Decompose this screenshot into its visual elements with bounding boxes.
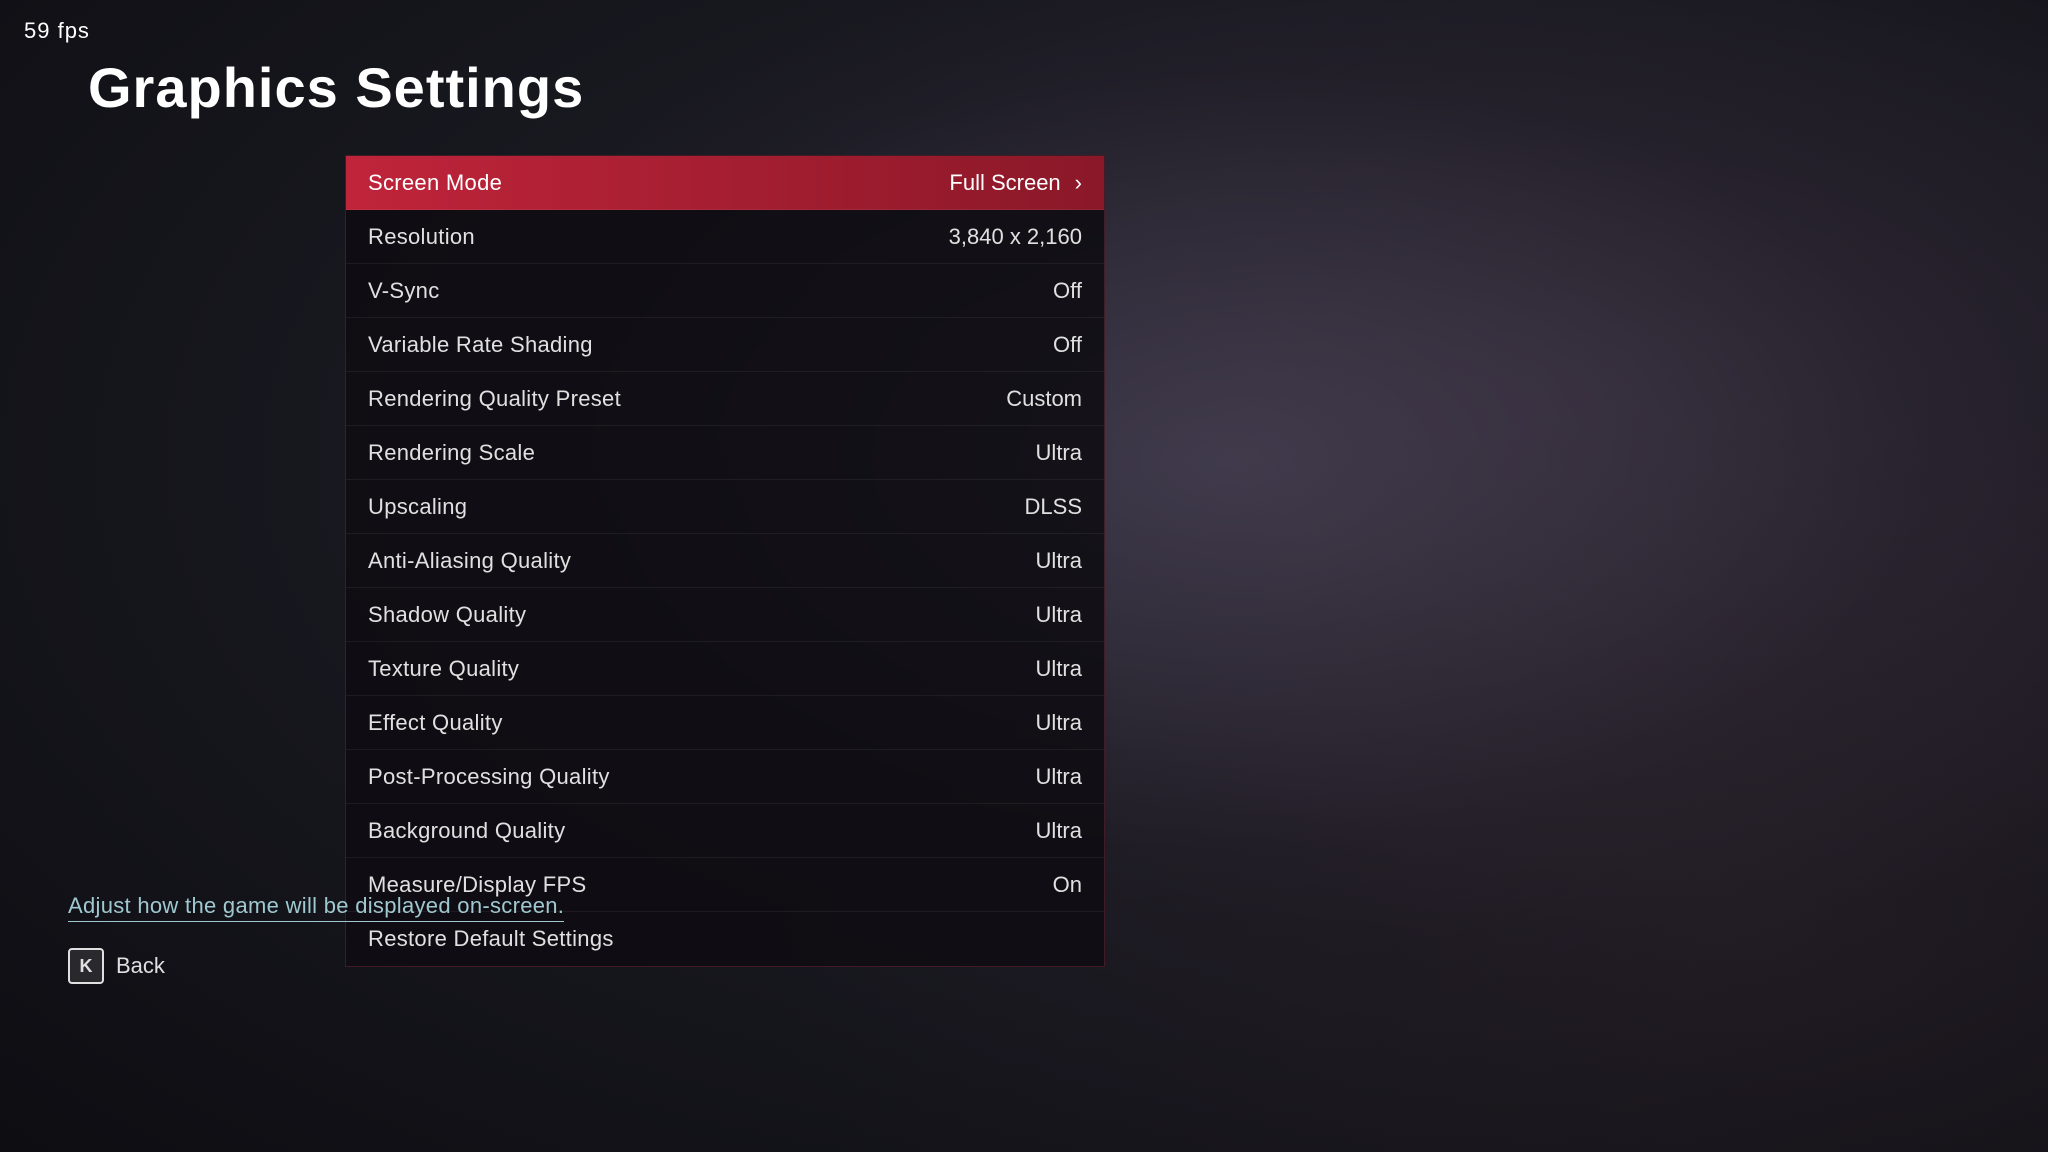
- setting-label-background-quality: Background Quality: [368, 818, 565, 844]
- back-label: Back: [116, 953, 165, 979]
- setting-row-post-processing-quality[interactable]: Post-Processing Quality Ultra: [346, 750, 1104, 804]
- setting-label-restore-default-settings: Restore Default Settings: [368, 926, 614, 952]
- setting-label-shadow-quality: Shadow Quality: [368, 602, 526, 628]
- page-title: Graphics Settings: [88, 55, 584, 120]
- setting-row-background-quality[interactable]: Background Quality Ultra: [346, 804, 1104, 858]
- setting-value-upscaling: DLSS: [1025, 494, 1082, 520]
- setting-row-resolution[interactable]: Resolution 3,840 x 2,160: [346, 210, 1104, 264]
- setting-value-effect-quality: Ultra: [1036, 710, 1082, 736]
- setting-value-v-sync: Off: [1053, 278, 1082, 304]
- setting-label-rendering-scale: Rendering Scale: [368, 440, 535, 466]
- setting-label-variable-rate-shading: Variable Rate Shading: [368, 332, 593, 358]
- setting-value-texture-quality: Ultra: [1036, 656, 1082, 682]
- back-key-icon: K: [68, 948, 104, 984]
- back-button[interactable]: K Back: [68, 948, 165, 984]
- setting-value-shadow-quality: Ultra: [1036, 602, 1082, 628]
- setting-row-v-sync[interactable]: V-Sync Off: [346, 264, 1104, 318]
- setting-label-effect-quality: Effect Quality: [368, 710, 503, 736]
- setting-label-upscaling: Upscaling: [368, 494, 467, 520]
- setting-value-background-quality: Ultra: [1036, 818, 1082, 844]
- chevron-right-icon: ›: [1075, 170, 1082, 196]
- setting-value-variable-rate-shading: Off: [1053, 332, 1082, 358]
- settings-panel: Screen Mode Full Screen › Resolution 3,840 x…: [345, 155, 1105, 967]
- setting-label-resolution: Resolution: [368, 224, 475, 250]
- setting-row-texture-quality[interactable]: Texture Quality Ultra: [346, 642, 1104, 696]
- setting-label-screen-mode: Screen Mode: [368, 170, 502, 196]
- setting-label-rendering-quality-preset: Rendering Quality Preset: [368, 386, 621, 412]
- setting-label-texture-quality: Texture Quality: [368, 656, 519, 682]
- hint-text: Adjust how the game will be displayed on…: [68, 893, 564, 922]
- fps-counter: 59 fps: [24, 18, 90, 44]
- setting-row-effect-quality[interactable]: Effect Quality Ultra: [346, 696, 1104, 750]
- setting-value-screen-mode: Full Screen: [949, 170, 1060, 196]
- setting-value-rendering-scale: Ultra: [1036, 440, 1082, 466]
- setting-row-shadow-quality[interactable]: Shadow Quality Ultra: [346, 588, 1104, 642]
- setting-label-v-sync: V-Sync: [368, 278, 440, 304]
- setting-row-rendering-scale[interactable]: Rendering Scale Ultra: [346, 426, 1104, 480]
- setting-value-resolution: 3,840 x 2,160: [949, 224, 1082, 250]
- setting-row-screen-mode[interactable]: Screen Mode Full Screen ›: [346, 156, 1104, 210]
- setting-label-anti-aliasing-quality: Anti-Aliasing Quality: [368, 548, 571, 574]
- setting-row-rendering-quality-preset[interactable]: Rendering Quality Preset Custom: [346, 372, 1104, 426]
- setting-value-rendering-quality-preset: Custom: [1006, 386, 1082, 412]
- setting-label-post-processing-quality: Post-Processing Quality: [368, 764, 610, 790]
- setting-row-upscaling[interactable]: Upscaling DLSS: [346, 480, 1104, 534]
- setting-value-post-processing-quality: Ultra: [1036, 764, 1082, 790]
- setting-value-anti-aliasing-quality: Ultra: [1036, 548, 1082, 574]
- setting-row-variable-rate-shading[interactable]: Variable Rate Shading Off: [346, 318, 1104, 372]
- setting-value-measure-display-fps: On: [1053, 872, 1082, 898]
- setting-row-anti-aliasing-quality[interactable]: Anti-Aliasing Quality Ultra: [346, 534, 1104, 588]
